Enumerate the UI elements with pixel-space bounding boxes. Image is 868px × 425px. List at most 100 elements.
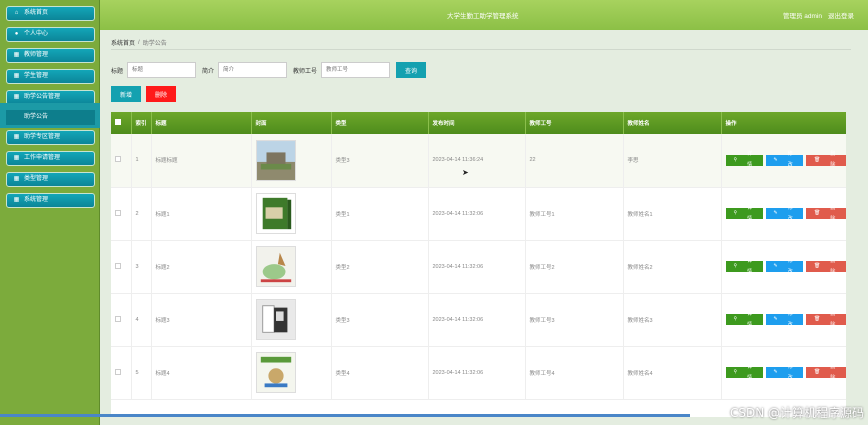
delete-row-button[interactable]: 🗑 删除 <box>806 311 846 328</box>
logout-link[interactable]: 退出登录 <box>828 10 854 20</box>
sidebar-item-types[interactable]: ▦ 类型管理 <box>6 172 95 187</box>
mouse-cursor-icon: ➤ <box>462 168 469 177</box>
row-select-cell <box>111 187 132 241</box>
grid-icon: ▦ <box>13 197 20 203</box>
edit-label: 修改 <box>787 204 793 222</box>
edit-button[interactable]: ✎ 修改 <box>765 151 804 169</box>
sidebar-item-label: 系统管理 <box>24 197 49 203</box>
operations-cell: ⚲ 详情 ✎ 修改 🗑 删除 <box>721 293 846 347</box>
user-area: 管理员 admin 退出登录 <box>783 10 854 20</box>
teacher-name-cell: 教师姓名4 <box>623 346 722 400</box>
edit-button[interactable]: ✎ 修改 <box>765 363 804 381</box>
edit-label: 修改 <box>787 257 793 275</box>
edit-button[interactable]: ✎ 修改 <box>765 257 804 275</box>
column-header: 发布时间 <box>428 112 526 134</box>
sidebar-item-home[interactable]: ⌂ 系统首页 <box>6 6 95 21</box>
title-label: 标题 <box>111 68 124 75</box>
delete-row-button[interactable]: 🗑 删除 <box>806 258 846 275</box>
row-checkbox[interactable] <box>115 315 121 322</box>
delete-button[interactable]: 删除 <box>146 86 176 102</box>
trash-icon: 🗑 <box>814 369 821 375</box>
cover-cell <box>251 187 332 241</box>
type-cell: 类型1 <box>331 187 429 241</box>
type-cell: 类型2 <box>331 240 429 294</box>
edit-button[interactable]: ✎ 修改 <box>765 204 804 222</box>
sidebar-item-students[interactable]: ▦ 学生管理 <box>6 69 95 84</box>
view-button[interactable]: ⚲ 详情 <box>725 205 763 222</box>
view-button[interactable]: ⚲ 详情 <box>725 364 763 381</box>
edit-button[interactable]: ✎ 修改 <box>765 311 804 328</box>
sidebar-item-applications[interactable]: ▦ 工作申请管理 <box>6 151 95 166</box>
row-checkbox[interactable] <box>115 209 121 216</box>
breadcrumb-separator-icon: / <box>138 39 140 46</box>
operations-cell: ⚲ 详情 ✎ 修改 🗑 删除 <box>721 346 846 400</box>
horizontal-scrollbar[interactable] <box>0 414 690 417</box>
header: 大学生勤工助学管理系统 管理员 admin 退出登录 <box>100 0 868 30</box>
edit-icon: ✎ <box>773 156 778 163</box>
breadcrumb-current: 助学公告 <box>142 41 167 47</box>
select-all-checkbox[interactable] <box>115 119 121 125</box>
teacher-id-cell: 22 <box>525 134 624 188</box>
row-checkbox[interactable] <box>115 262 121 269</box>
grid-icon: ▦ <box>13 52 20 58</box>
type-cell: 类型3 <box>331 134 429 188</box>
sidebar-item-teachers[interactable]: ▦ 教师管理 <box>6 48 95 63</box>
title-input[interactable] <box>127 62 197 78</box>
cover-image[interactable] <box>255 246 296 287</box>
index-cell: 5 <box>131 346 152 400</box>
user-icon: ● <box>14 31 19 37</box>
sidebar-item-label: 学生管理 <box>24 73 49 79</box>
row-select-cell <box>111 346 132 400</box>
sidebar-item-zone[interactable]: ▦ 助学专区管理 <box>6 130 95 145</box>
home-icon: ⌂ <box>14 10 19 16</box>
view-button[interactable]: ⚲ 详情 <box>725 311 763 328</box>
type-cell: 类型3 <box>331 293 429 347</box>
time-cell: 2023-04-14 11:32:06 <box>428 240 526 294</box>
cover-cell <box>251 293 332 347</box>
delete-row-button[interactable]: 🗑 删除 <box>806 151 846 169</box>
table-header: 索引 标题 封面 类型 发布时间 教师工号 教师姓名 操作 <box>111 112 846 134</box>
teacher-id-input[interactable] <box>321 62 391 78</box>
teacher-id-cell: 教师工号4 <box>525 346 624 400</box>
data-table: 索引 标题 封面 类型 发布时间 教师工号 教师姓名 操作 1 标题标题 类型3… <box>111 112 846 417</box>
edit-label: 修改 <box>787 151 793 169</box>
trash-icon: 🗑 <box>814 316 821 322</box>
sidebar-subitem-announcement[interactable]: 助学公告 <box>6 110 95 125</box>
query-button[interactable]: 查询 <box>396 62 427 78</box>
table-row: 3 标题2 类型2 2023-04-14 11:32:06 教师工号2 教师姓名… <box>111 240 846 294</box>
sidebar-item-personal-center[interactable]: ● 个人中心 <box>6 27 95 42</box>
row-select-cell <box>111 240 132 294</box>
index-cell: 4 <box>131 293 152 347</box>
index-cell: 3 <box>131 240 152 294</box>
edit-icon: ✎ <box>773 369 778 375</box>
sidebar-item-label: 个人中心 <box>24 31 49 37</box>
column-header: 标题 <box>151 112 252 134</box>
view-button[interactable]: ⚲ 详情 <box>725 258 763 275</box>
cover-image[interactable] <box>255 352 296 393</box>
row-checkbox[interactable] <box>115 368 121 375</box>
teacher-name-cell: 教师姓名3 <box>623 293 722 347</box>
app-title: 大学生勤工助学管理系统 <box>447 13 519 20</box>
intro-input[interactable] <box>218 62 288 78</box>
table-row: 5 标题4 类型4 2023-04-14 11:32:06 教师工号4 教师姓名… <box>111 346 846 400</box>
grid-icon: ▦ <box>13 73 20 79</box>
row-checkbox[interactable] <box>115 156 121 163</box>
delete-row-button[interactable]: 🗑 删除 <box>806 205 846 222</box>
view-button[interactable]: ⚲ 详情 <box>725 151 763 168</box>
delete-row-button[interactable]: 🗑 删除 <box>806 364 846 381</box>
sidebar-item-system[interactable]: ▦ 系统管理 <box>6 193 95 208</box>
cover-image[interactable] <box>255 139 296 181</box>
add-button[interactable]: 新增 <box>111 86 141 102</box>
time-cell: 2023-04-14 11:32:06 <box>428 187 526 241</box>
title-cell: 标题标题 <box>151 134 252 188</box>
cover-image[interactable] <box>255 299 296 340</box>
cover-image[interactable] <box>255 193 296 234</box>
cover-cell <box>251 346 332 400</box>
breadcrumb-home[interactable]: 系统首页 <box>111 38 135 47</box>
watermark: CSDN @计算机程序源码 <box>729 406 864 420</box>
sidebar: ⌂ 系统首页 ● 个人中心 ▦ 教师管理 ▦ 学生管理 ▦ 助学公告管理 助学公… <box>0 0 100 425</box>
delete-label: 删除 <box>830 151 836 169</box>
edit-label: 修改 <box>787 363 793 381</box>
type-cell: 类型4 <box>331 346 429 400</box>
title-cell: 标题2 <box>151 240 252 294</box>
